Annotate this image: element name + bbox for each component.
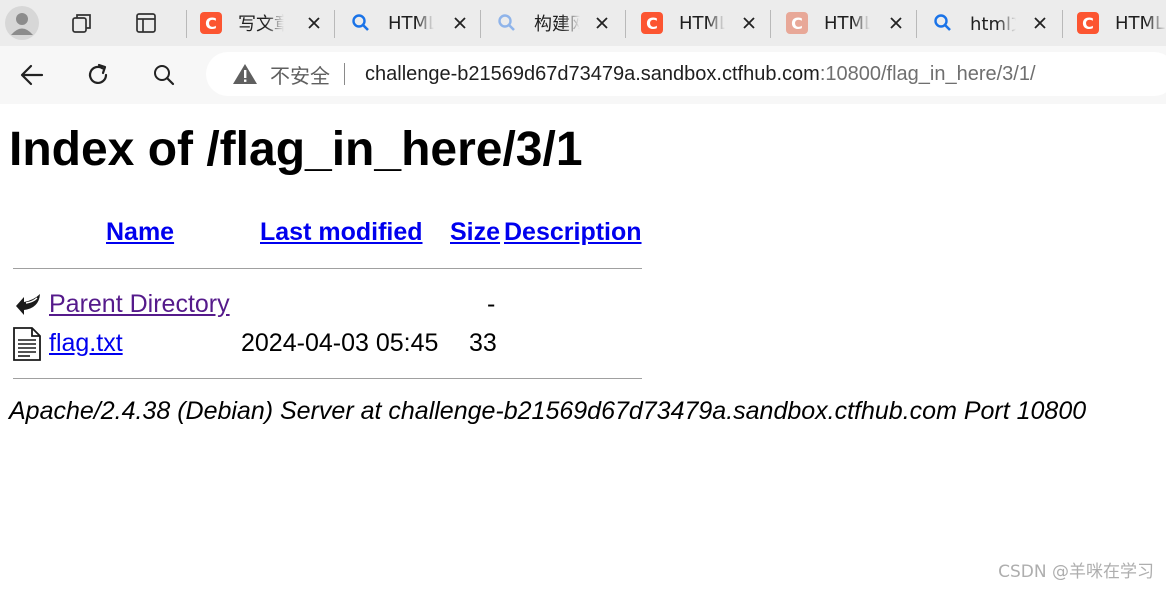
security-status-label[interactable]: 不安全 xyxy=(270,60,330,89)
tab-separator xyxy=(916,10,917,38)
browser-tab[interactable]: html文 xyxy=(932,5,1054,41)
tab-actions-icon xyxy=(136,13,156,33)
address-bar[interactable]: 不安全 challenge-b21569d67d73479a.sandbox.c… xyxy=(206,52,1166,96)
tab-title: 构建网 xyxy=(534,14,580,35)
tab-title: 写文章 xyxy=(238,14,284,35)
not-secure-warning-icon[interactable] xyxy=(232,62,258,86)
name-column-header[interactable]: Name xyxy=(106,218,174,247)
back-arrow-icon xyxy=(20,64,44,86)
close-icon[interactable] xyxy=(886,13,906,33)
footer-divider xyxy=(13,378,642,379)
tab-separator xyxy=(1062,10,1063,38)
avatar-icon xyxy=(5,6,39,40)
csdn-c-icon: C xyxy=(786,12,808,34)
reload-button[interactable] xyxy=(79,56,117,94)
entry-size: 33 xyxy=(469,329,497,357)
entry-size: - xyxy=(487,290,496,318)
address-divider xyxy=(344,63,345,85)
browser-tab[interactable]: C HTML xyxy=(786,5,910,41)
tab-title: html文 xyxy=(970,14,1016,35)
description-column-header[interactable]: Description xyxy=(504,218,642,247)
page-title: Index of /flag_in_here/3/1 xyxy=(9,123,583,176)
search-button[interactable] xyxy=(145,56,183,94)
browser-tab[interactable]: 构建网 xyxy=(496,5,616,41)
text-file-icon xyxy=(12,327,42,361)
profile-avatar-button[interactable] xyxy=(3,4,41,42)
tab-separator xyxy=(334,10,335,38)
parent-directory-link[interactable]: Parent Directory xyxy=(49,290,230,319)
browser-tab[interactable]: C HTML xyxy=(641,5,763,41)
url-host: challenge-b21569d67d73479a.sandbox.ctfhu… xyxy=(365,62,820,85)
tab-separator xyxy=(770,10,771,38)
tab-separator xyxy=(625,10,626,38)
header-divider xyxy=(13,268,642,269)
back-button[interactable] xyxy=(13,56,51,94)
workspaces-icon xyxy=(72,14,91,33)
size-column-header[interactable]: Size xyxy=(450,218,500,247)
entry-last-modified: 2024-04-03 05:45 xyxy=(241,329,439,357)
url-path: :10800/flag_in_here/3/1/ xyxy=(819,62,1036,85)
watermark: CSDN @羊咪在学习 xyxy=(998,562,1154,582)
close-icon[interactable] xyxy=(1030,13,1050,33)
search-icon xyxy=(934,14,951,31)
browser-tab[interactable]: C HTML xyxy=(1077,5,1166,41)
tab-title: HTML xyxy=(824,12,870,34)
browser-tab[interactable]: HTML xyxy=(350,5,474,41)
tab-title: HTML xyxy=(388,12,434,34)
csdn-c-icon: C xyxy=(200,12,222,34)
close-icon[interactable] xyxy=(450,13,470,33)
search-icon xyxy=(154,65,175,86)
back-arrow-icon xyxy=(12,288,42,320)
close-icon[interactable] xyxy=(592,13,612,33)
tab-actions-button[interactable] xyxy=(127,4,165,42)
url-text[interactable]: challenge-b21569d67d73479a.sandbox.ctfhu… xyxy=(365,63,1036,86)
browser-tab[interactable]: C 写文章 xyxy=(200,5,328,41)
reload-icon xyxy=(88,63,108,84)
close-icon[interactable] xyxy=(304,13,324,33)
csdn-c-icon: C xyxy=(641,12,663,34)
close-icon[interactable] xyxy=(739,13,759,33)
tab-separator xyxy=(480,10,481,38)
page-content: Index of /flag_in_here/3/1 Name Last mod… xyxy=(0,104,1166,590)
search-icon xyxy=(352,14,369,31)
tab-strip: C 写文章 HTML 构建网 C HTML C HTML html C HTML xyxy=(0,0,1166,46)
tab-separator xyxy=(186,10,187,38)
tab-title: HTML xyxy=(679,12,725,34)
workspaces-button[interactable] xyxy=(63,4,101,42)
server-signature: Apache/2.4.38 (Debian) Server at challen… xyxy=(9,397,1087,425)
csdn-c-icon: C xyxy=(1077,12,1099,34)
tab-title: HTML xyxy=(1115,12,1166,34)
file-link[interactable]: flag.txt xyxy=(49,329,123,358)
last-modified-column-header[interactable]: Last modified xyxy=(260,218,423,247)
browser-toolbar: 不安全 challenge-b21569d67d73479a.sandbox.c… xyxy=(0,46,1166,104)
search-icon xyxy=(498,14,515,31)
